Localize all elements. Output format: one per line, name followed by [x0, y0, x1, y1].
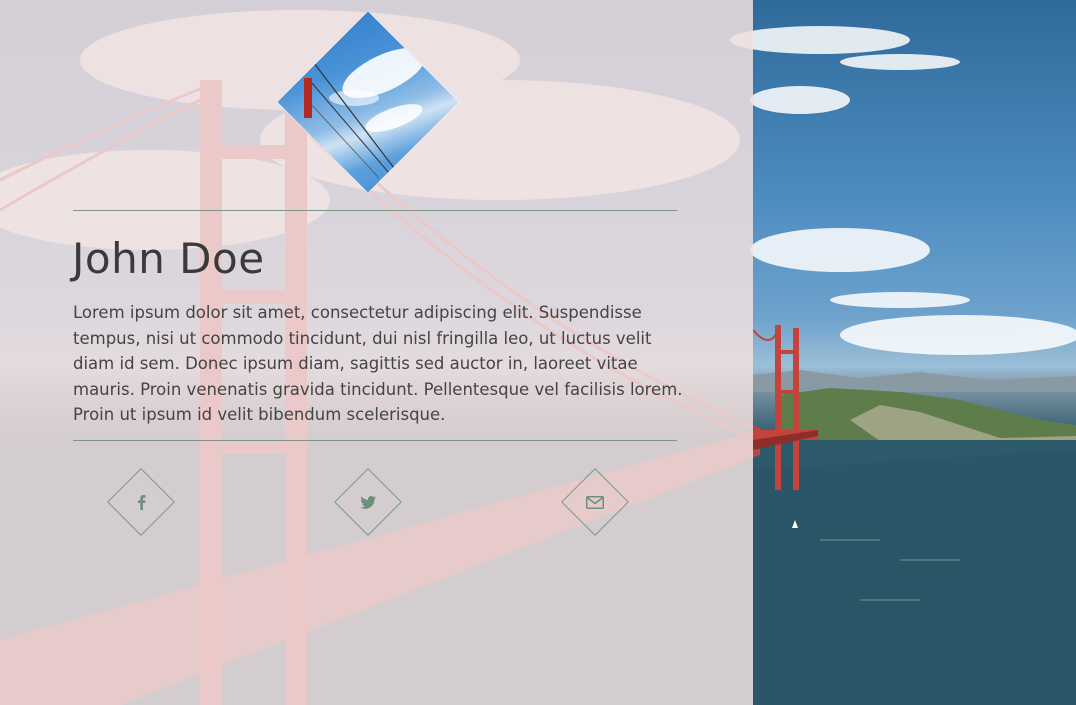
divider-bottom: [73, 440, 677, 441]
twitter-icon: [345, 479, 391, 525]
facebook-icon: [118, 479, 164, 525]
avatar-image: [277, 11, 459, 193]
email-button[interactable]: [561, 468, 629, 536]
facebook-button[interactable]: [107, 468, 175, 536]
avatar: [277, 11, 459, 193]
profile-page: John Doe Lorem ipsum dolor sit amet, con…: [0, 0, 1076, 705]
profile-name: John Doe: [72, 234, 265, 283]
profile-panel: John Doe Lorem ipsum dolor sit amet, con…: [0, 0, 753, 705]
profile-bio: Lorem ipsum dolor sit amet, consectetur …: [73, 303, 683, 424]
twitter-button[interactable]: [334, 468, 402, 536]
divider-top: [73, 210, 677, 211]
envelope-icon: [572, 479, 618, 525]
